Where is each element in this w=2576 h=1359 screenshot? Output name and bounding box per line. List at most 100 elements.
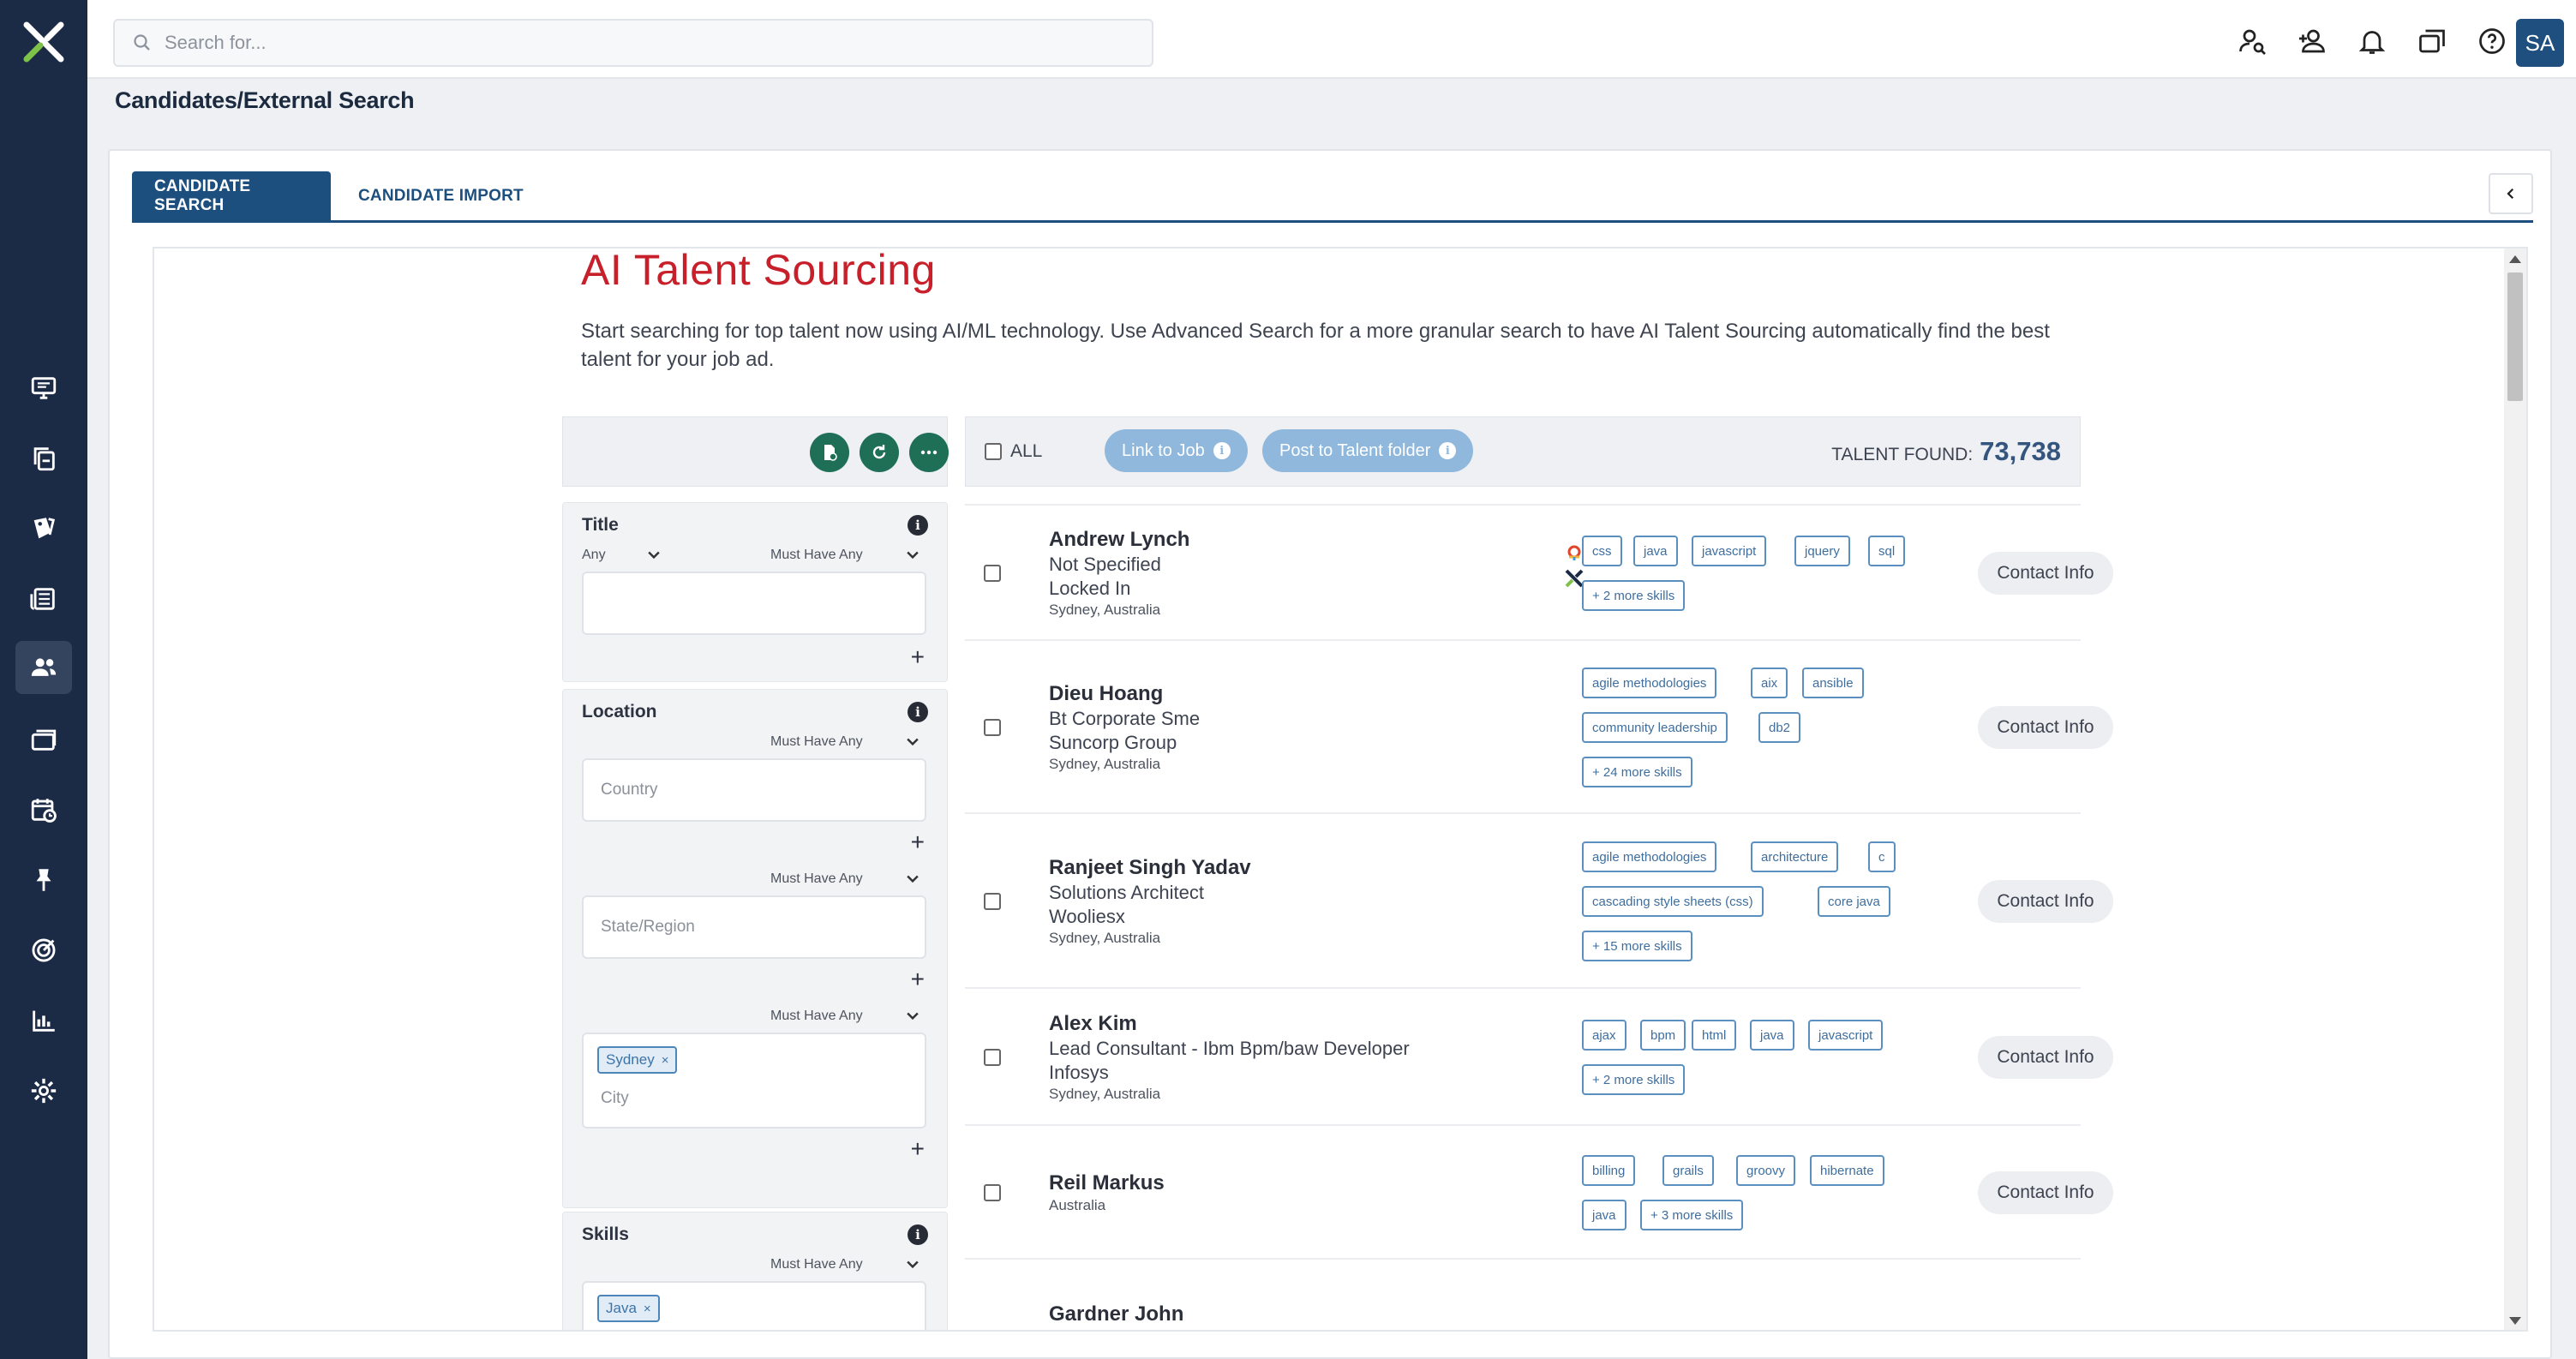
contact-info-button[interactable]: Contact Info — [1978, 1036, 2113, 1079]
skill-tag[interactable]: java — [1750, 1020, 1794, 1051]
city-input[interactable] — [601, 1089, 909, 1108]
skill-tag[interactable]: architecture — [1751, 841, 1839, 872]
candidate-info[interactable]: Gardner JohnDatabase Administrator — [1049, 1302, 1245, 1330]
contact-info-button[interactable]: Contact Info — [1978, 552, 2113, 595]
skill-tag[interactable]: hibernate — [1810, 1155, 1884, 1186]
skill-tag[interactable]: core java — [1818, 886, 1890, 917]
scroll-thumb[interactable] — [2507, 272, 2523, 401]
skills-field[interactable]: Java × — [582, 1281, 926, 1330]
skill-tag[interactable]: sql — [1868, 536, 1906, 566]
state-match-select[interactable]: Must Have Any — [770, 871, 863, 887]
candidate-row[interactable]: Ranjeet Singh Yadav Solutions Architect Wo… — [965, 812, 2113, 987]
skill-tag[interactable]: + 15 more skills — [1582, 931, 1692, 961]
collapse-panel-button[interactable] — [2489, 173, 2533, 214]
skill-tag[interactable]: cascading style sheets (css) — [1582, 886, 1764, 917]
skill-tag[interactable]: java — [1582, 1200, 1626, 1230]
city-field[interactable]: Sydney × — [582, 1033, 926, 1129]
info-icon[interactable]: i — [908, 702, 928, 722]
skill-tag[interactable]: billing — [1582, 1155, 1636, 1186]
candidate-info[interactable]: Reil Markus Australia — [1049, 1170, 1165, 1215]
help-button[interactable] — [2475, 24, 2509, 58]
chevron-down-icon[interactable] — [645, 546, 662, 563]
save-search-button[interactable] — [810, 433, 849, 472]
skill-tag[interactable]: ansible — [1802, 668, 1864, 698]
sidebar-item-candidates[interactable] — [15, 641, 72, 694]
candidate-row[interactable]: Gardner JohnDatabase Administratorjavaor… — [965, 1258, 2081, 1330]
candidate-info[interactable]: Alex Kim Lead Consultant - Ibm Bpm/baw De… — [1049, 1011, 1410, 1104]
skills-match-select[interactable]: Must Have Any — [770, 1257, 863, 1272]
chevron-down-icon[interactable] — [904, 1007, 921, 1024]
sidebar-item-reports[interactable] — [15, 994, 72, 1047]
skill-tag[interactable]: groovy — [1736, 1155, 1796, 1186]
skill-tag[interactable]: bpm — [1640, 1020, 1686, 1051]
candidate-checkbox[interactable] — [984, 719, 1001, 736]
candidate-row[interactable]: Alex Kim Lead Consultant - Ibm Bpm/baw De… — [965, 987, 2113, 1124]
sidebar-item-tags[interactable] — [15, 502, 72, 555]
candidate-checkbox[interactable] — [984, 565, 1001, 582]
skill-tag[interactable]: jquery — [1794, 536, 1850, 566]
sidebar-item-pinned[interactable] — [15, 853, 72, 907]
country-match-select[interactable]: Must Have Any — [770, 734, 863, 750]
skill-tag[interactable]: grails — [1662, 1155, 1714, 1186]
app-logo[interactable] — [0, 0, 87, 84]
city-match-select[interactable]: Must Have Any — [770, 1009, 863, 1024]
scroll-up-arrow[interactable] — [2509, 255, 2521, 263]
title-match-select[interactable]: Must Have Any — [770, 548, 863, 563]
add-city-button[interactable]: + — [911, 1137, 925, 1161]
skill-tag[interactable]: java — [1633, 536, 1678, 566]
candidate-info[interactable]: Dieu Hoang Bt Corporate Sme Suncorp Group S… — [1049, 681, 1200, 774]
skill-tag[interactable]: c — [1868, 841, 1896, 872]
skill-tag[interactable]: + 24 more skills — [1582, 757, 1692, 787]
skill-tag[interactable]: agile methodologies — [1582, 841, 1717, 872]
info-icon[interactable]: i — [908, 1224, 928, 1245]
chevron-down-icon[interactable] — [904, 733, 921, 750]
skill-tag[interactable]: + 2 more skills — [1582, 1064, 1686, 1095]
candidate-search-button[interactable] — [2235, 24, 2269, 58]
remove-chip-icon[interactable]: × — [662, 1053, 669, 1068]
contact-info-button[interactable]: Contact Info — [1978, 706, 2113, 749]
candidate-info[interactable]: Andrew Lynch Not Specified Locked In Sydney… — [1049, 527, 1189, 620]
skill-tag[interactable]: + 3 more skills — [1640, 1200, 1744, 1230]
chevron-down-icon[interactable] — [904, 1255, 921, 1272]
post-to-talent-folder-button[interactable]: Post to Talent folder i — [1262, 429, 1474, 472]
add-title-button[interactable]: + — [911, 645, 925, 669]
sidebar-item-dashboard[interactable] — [15, 362, 72, 415]
sidebar-item-calendar[interactable] — [15, 783, 72, 836]
skill-tag[interactable]: html — [1692, 1020, 1737, 1051]
country-input[interactable] — [601, 781, 909, 799]
tab-candidate-search[interactable]: CANDIDATE SEARCH — [132, 171, 331, 221]
tab-candidate-import[interactable]: CANDIDATE IMPORT — [336, 171, 546, 221]
state-input[interactable] — [601, 918, 909, 937]
skill-tag[interactable]: aix — [1751, 668, 1788, 698]
avatar[interactable]: SA — [2516, 19, 2564, 67]
candidate-info[interactable]: Ranjeet Singh Yadav Solutions Architect Wo… — [1049, 855, 1251, 948]
sidebar-item-folders[interactable] — [15, 713, 72, 766]
candidate-checkbox[interactable] — [984, 893, 1001, 910]
skill-tag[interactable]: css — [1582, 536, 1622, 566]
country-field[interactable] — [582, 758, 926, 822]
add-country-button[interactable]: + — [911, 830, 925, 854]
chevron-down-icon[interactable] — [904, 546, 921, 563]
link-to-job-button[interactable]: Link to Job i — [1105, 429, 1248, 472]
scrollbar[interactable] — [2504, 248, 2526, 1330]
skill-tag[interactable]: + 2 more skills — [1582, 580, 1686, 611]
reset-search-button[interactable] — [860, 433, 899, 472]
chevron-down-icon[interactable] — [904, 870, 921, 887]
skill-tag[interactable]: agile methodologies — [1582, 668, 1717, 698]
candidate-row[interactable]: Dieu Hoang Bt Corporate Sme Suncorp Group S… — [965, 639, 2113, 812]
candidate-checkbox[interactable] — [984, 1184, 1001, 1201]
skill-tag[interactable]: javascript — [1692, 536, 1767, 566]
title-any-select[interactable]: Any — [582, 548, 606, 563]
add-state-button[interactable]: + — [911, 967, 925, 991]
add-candidate-button[interactable] — [2295, 24, 2329, 58]
candidate-row[interactable]: Andrew Lynch Not Specified Locked In Sydney… — [965, 504, 2113, 639]
scroll-down-arrow[interactable] — [2509, 1317, 2521, 1325]
skill-tag[interactable]: ajax — [1582, 1020, 1626, 1051]
notifications-button[interactable] — [2355, 24, 2389, 58]
skill-tag[interactable]: db2 — [1758, 712, 1801, 743]
windows-button[interactable] — [2415, 24, 2449, 58]
select-all-checkbox[interactable] — [985, 443, 1002, 460]
more-options-button[interactable] — [909, 433, 949, 472]
state-field[interactable] — [582, 895, 926, 959]
remove-chip-icon[interactable]: × — [644, 1302, 651, 1316]
